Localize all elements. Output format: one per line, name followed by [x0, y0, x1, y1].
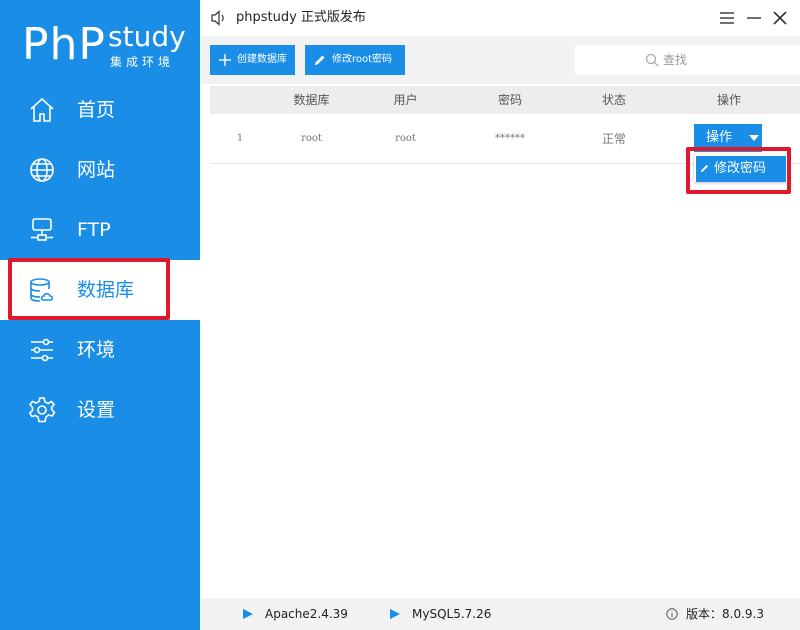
table-header: 数据库 用户 密码 状态 操作: [210, 86, 800, 114]
column-header-index: [210, 86, 270, 114]
caret-down-icon: [749, 135, 759, 141]
info-icon: [666, 608, 678, 620]
cell-user: root: [395, 133, 416, 144]
search-box[interactable]: [575, 45, 800, 75]
speaker-icon: [211, 10, 224, 26]
logo-subtitle: 集成环境: [110, 55, 175, 69]
column-header-user: 用户: [393, 93, 418, 107]
logo-brand: PhP: [22, 19, 106, 70]
close-icon[interactable]: [770, 8, 790, 28]
sidebar-item-environment[interactable]: 环境: [0, 320, 200, 380]
home-icon: [30, 97, 54, 122]
sidebar-item-settings[interactable]: 设置: [0, 380, 200, 440]
app-title: phpstudy 正式版发布: [236, 10, 366, 25]
sidebar-item-label: 设置: [77, 399, 116, 421]
cell-database: root: [301, 133, 322, 144]
column-header-password: 密码: [497, 93, 522, 107]
minimize-icon[interactable]: [744, 8, 764, 28]
mysql-service[interactable]: MySQL5.7.26: [390, 605, 520, 623]
play-icon: [390, 609, 400, 619]
create-database-button[interactable]: 创建数据库: [210, 45, 295, 75]
search-icon: [645, 53, 659, 67]
sliders-icon: [31, 338, 53, 362]
column-header-status: 状态: [601, 93, 626, 107]
cell-index: 1: [236, 133, 244, 144]
mysql-service-label: MySQL5.7.26: [412, 607, 492, 621]
change-root-password-button[interactable]: 修改root密码: [305, 45, 405, 75]
plus-icon: [219, 54, 231, 66]
titlebar: phpstudy 正式版发布: [200, 0, 800, 36]
pencil-icon: [315, 55, 325, 65]
toolbar: 创建数据库 修改root密码: [200, 36, 800, 84]
ftp-server-icon: [31, 218, 53, 241]
logo: PhP study 集成环境: [22, 18, 192, 78]
sidebar-item-label: FTP: [77, 219, 111, 241]
apache-service-label: Apache2.4.39: [265, 607, 348, 621]
cell-password: ******: [495, 133, 525, 144]
statusbar: Apache2.4.39 MySQL5.7.26 版本：8.0.9.3: [200, 598, 800, 630]
sidebar-item-home[interactable]: 首页: [0, 80, 200, 140]
sidebar-item-websites[interactable]: 网站: [0, 140, 200, 200]
create-database-label: 创建数据库: [237, 54, 287, 65]
sidebar-item-label: 首页: [77, 99, 116, 121]
play-icon: [243, 609, 253, 619]
cell-status: 正常: [601, 132, 626, 146]
column-header-actions: 操作: [716, 93, 741, 107]
annotation-highlight-change-password: [686, 147, 791, 194]
sidebar-item-label: 网站: [77, 159, 116, 181]
sidebar-item-label: 环境: [77, 339, 116, 361]
apache-service[interactable]: Apache2.4.39: [243, 605, 373, 623]
annotation-highlight-database: [8, 258, 170, 320]
menu-icon[interactable]: [717, 8, 737, 28]
change-root-password-label: 修改root密码: [332, 54, 393, 65]
globe-icon: [30, 158, 54, 182]
sidebar-item-ftp[interactable]: FTP: [0, 200, 200, 260]
column-header-database: 数据库: [293, 93, 330, 107]
version-label: 版本：8.0.9.3: [686, 607, 764, 621]
search-input[interactable]: [663, 45, 783, 75]
gear-icon: [28, 397, 56, 423]
logo-product: study: [108, 20, 186, 53]
